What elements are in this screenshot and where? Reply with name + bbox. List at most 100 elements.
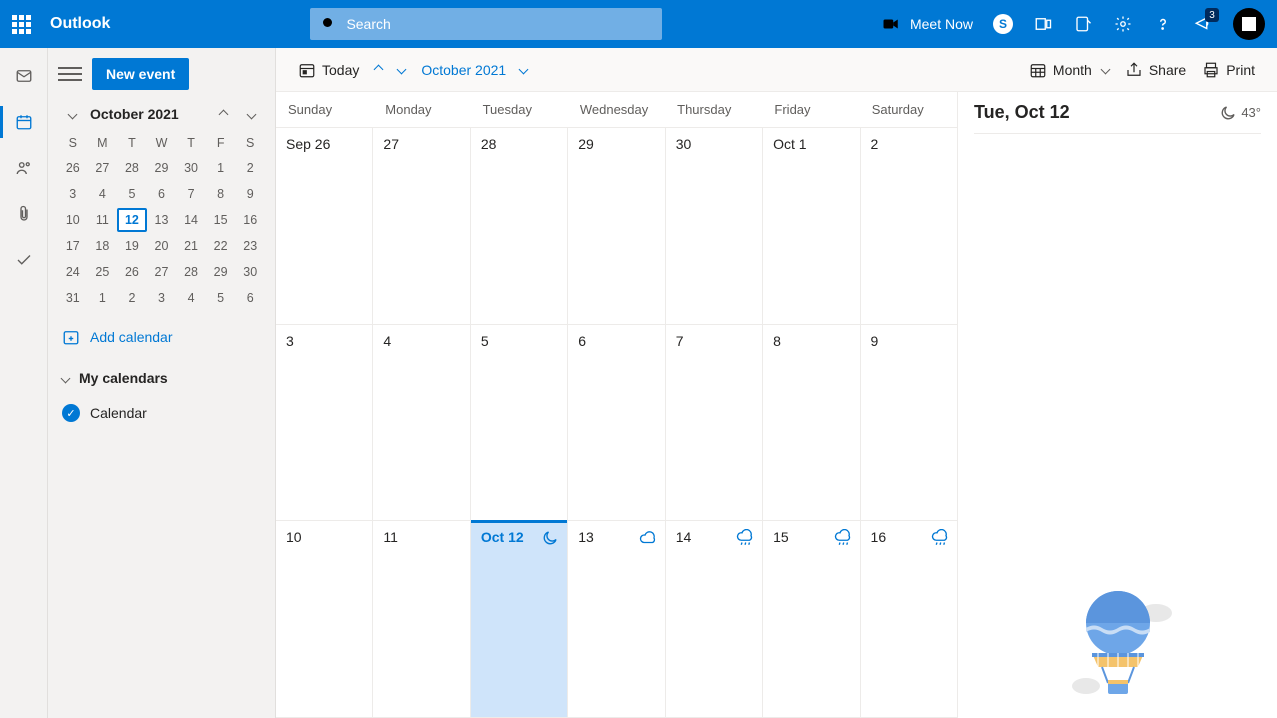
day-cell[interactable]: 10 — [276, 521, 373, 717]
mini-prev-month-icon[interactable] — [213, 104, 233, 124]
mini-day-cell[interactable]: 29 — [206, 260, 236, 284]
mini-day-cell[interactable]: 18 — [88, 234, 118, 258]
mini-collapse-icon[interactable] — [62, 104, 82, 124]
mini-day-cell[interactable]: 1 — [206, 156, 236, 180]
mini-day-cell[interactable]: 3 — [58, 182, 88, 206]
notifications-icon[interactable]: 3 — [1193, 14, 1213, 34]
day-cell[interactable]: 27 — [373, 128, 470, 324]
mini-day-cell[interactable]: 11 — [88, 208, 118, 232]
day-cell[interactable]: 6 — [568, 325, 665, 521]
mini-day-cell[interactable]: 29 — [147, 156, 177, 180]
day-cell[interactable]: Oct 1 — [763, 128, 860, 324]
mini-day-cell[interactable]: 5 — [206, 286, 236, 310]
mini-day-cell[interactable]: 5 — [117, 182, 147, 206]
mini-day-cell[interactable]: 24 — [58, 260, 88, 284]
mini-day-cell[interactable]: 28 — [176, 260, 206, 284]
mini-day-cell[interactable]: 14 — [176, 208, 206, 232]
month-picker-button[interactable]: October 2021 — [413, 56, 535, 84]
day-cell[interactable]: 9 — [861, 325, 957, 521]
mini-day-cell[interactable]: 8 — [206, 182, 236, 206]
mini-day-cell[interactable]: 26 — [117, 260, 147, 284]
mini-day-cell[interactable]: 30 — [176, 156, 206, 180]
my-calendars-toggle[interactable]: My calendars — [56, 354, 267, 394]
teams-icon[interactable] — [1033, 14, 1053, 34]
mini-day-cell[interactable]: 21 — [176, 234, 206, 258]
next-period-button[interactable] — [390, 60, 413, 79]
mini-day-cell[interactable]: 4 — [176, 286, 206, 310]
day-cell[interactable]: 11 — [373, 521, 470, 717]
calendar-list-item[interactable]: ✓ Calendar — [56, 394, 267, 432]
share-button[interactable]: Share — [1117, 55, 1194, 85]
hamburger-icon[interactable] — [58, 62, 82, 86]
day-cell[interactable]: 4 — [373, 325, 470, 521]
day-cell[interactable]: 16 — [861, 521, 957, 717]
mini-day-cell[interactable]: 27 — [88, 156, 118, 180]
day-cell[interactable]: 3 — [276, 325, 373, 521]
day-cell[interactable]: 5 — [471, 325, 568, 521]
mini-day-cell[interactable]: 20 — [147, 234, 177, 258]
mini-day-cell[interactable]: 27 — [147, 260, 177, 284]
day-cell[interactable]: 13 — [568, 521, 665, 717]
whats-new-icon[interactable] — [1073, 14, 1093, 34]
add-calendar-button[interactable]: Add calendar — [56, 310, 267, 354]
mini-day-cell[interactable]: 25 — [88, 260, 118, 284]
day-cell[interactable]: Oct 12 — [471, 521, 568, 717]
mini-day-cell[interactable]: 15 — [206, 208, 236, 232]
mini-day-cell[interactable]: 9 — [235, 182, 265, 206]
mini-day-cell[interactable]: 12 — [117, 208, 147, 232]
skype-icon[interactable]: S — [993, 14, 1013, 34]
todo-module-icon[interactable] — [14, 250, 34, 270]
day-cell[interactable]: 14 — [666, 521, 763, 717]
mini-day-cell[interactable]: 28 — [117, 156, 147, 180]
search-input[interactable] — [346, 16, 652, 32]
today-button[interactable]: Today — [290, 55, 367, 85]
mini-day-cell[interactable]: 16 — [235, 208, 265, 232]
dow-header: Thursday — [665, 92, 762, 127]
mini-day-cell[interactable]: 6 — [147, 182, 177, 206]
mini-day-cell[interactable]: 1 — [88, 286, 118, 310]
mini-day-cell[interactable]: 6 — [235, 286, 265, 310]
add-calendar-icon — [62, 328, 80, 346]
files-module-icon[interactable] — [14, 204, 34, 224]
day-cell[interactable]: 2 — [861, 128, 957, 324]
mini-next-month-icon[interactable] — [241, 104, 261, 124]
mini-day-cell[interactable]: 10 — [58, 208, 88, 232]
mini-day-cell[interactable]: 19 — [117, 234, 147, 258]
mini-day-cell[interactable]: 4 — [88, 182, 118, 206]
mini-day-cell[interactable]: 31 — [58, 286, 88, 310]
day-cell[interactable]: 8 — [763, 325, 860, 521]
mini-dow: T — [117, 132, 147, 154]
day-cell[interactable]: 7 — [666, 325, 763, 521]
mini-day-cell[interactable]: 26 — [58, 156, 88, 180]
day-number: 5 — [481, 333, 557, 349]
mini-day-cell[interactable]: 22 — [206, 234, 236, 258]
day-cell[interactable]: 30 — [666, 128, 763, 324]
mini-day-cell[interactable]: 23 — [235, 234, 265, 258]
help-icon[interactable] — [1153, 14, 1173, 34]
mini-day-cell[interactable]: 2 — [117, 286, 147, 310]
weather-summary[interactable]: 43° — [1219, 104, 1261, 122]
settings-icon[interactable] — [1113, 14, 1133, 34]
search-box[interactable] — [310, 8, 662, 40]
mini-day-cell[interactable]: 13 — [147, 208, 177, 232]
day-number: 6 — [578, 333, 654, 349]
mini-day-cell[interactable]: 17 — [58, 234, 88, 258]
meet-now-button[interactable]: Meet Now — [882, 15, 973, 33]
mail-module-icon[interactable] — [14, 66, 34, 86]
day-cell[interactable]: Sep 26 — [276, 128, 373, 324]
mini-day-cell[interactable]: 2 — [235, 156, 265, 180]
account-avatar[interactable] — [1233, 8, 1265, 40]
day-cell[interactable]: 29 — [568, 128, 665, 324]
prev-period-button[interactable] — [367, 60, 390, 79]
mini-day-cell[interactable]: 7 — [176, 182, 206, 206]
mini-day-cell[interactable]: 3 — [147, 286, 177, 310]
mini-day-cell[interactable]: 30 — [235, 260, 265, 284]
new-event-button[interactable]: New event — [92, 58, 189, 90]
view-switch-button[interactable]: Month — [1021, 55, 1117, 85]
day-cell[interactable]: 28 — [471, 128, 568, 324]
people-module-icon[interactable] — [14, 158, 34, 178]
calendar-module-icon[interactable] — [14, 112, 34, 132]
print-button[interactable]: Print — [1194, 55, 1263, 85]
app-launcher-icon[interactable] — [12, 15, 36, 34]
day-cell[interactable]: 15 — [763, 521, 860, 717]
